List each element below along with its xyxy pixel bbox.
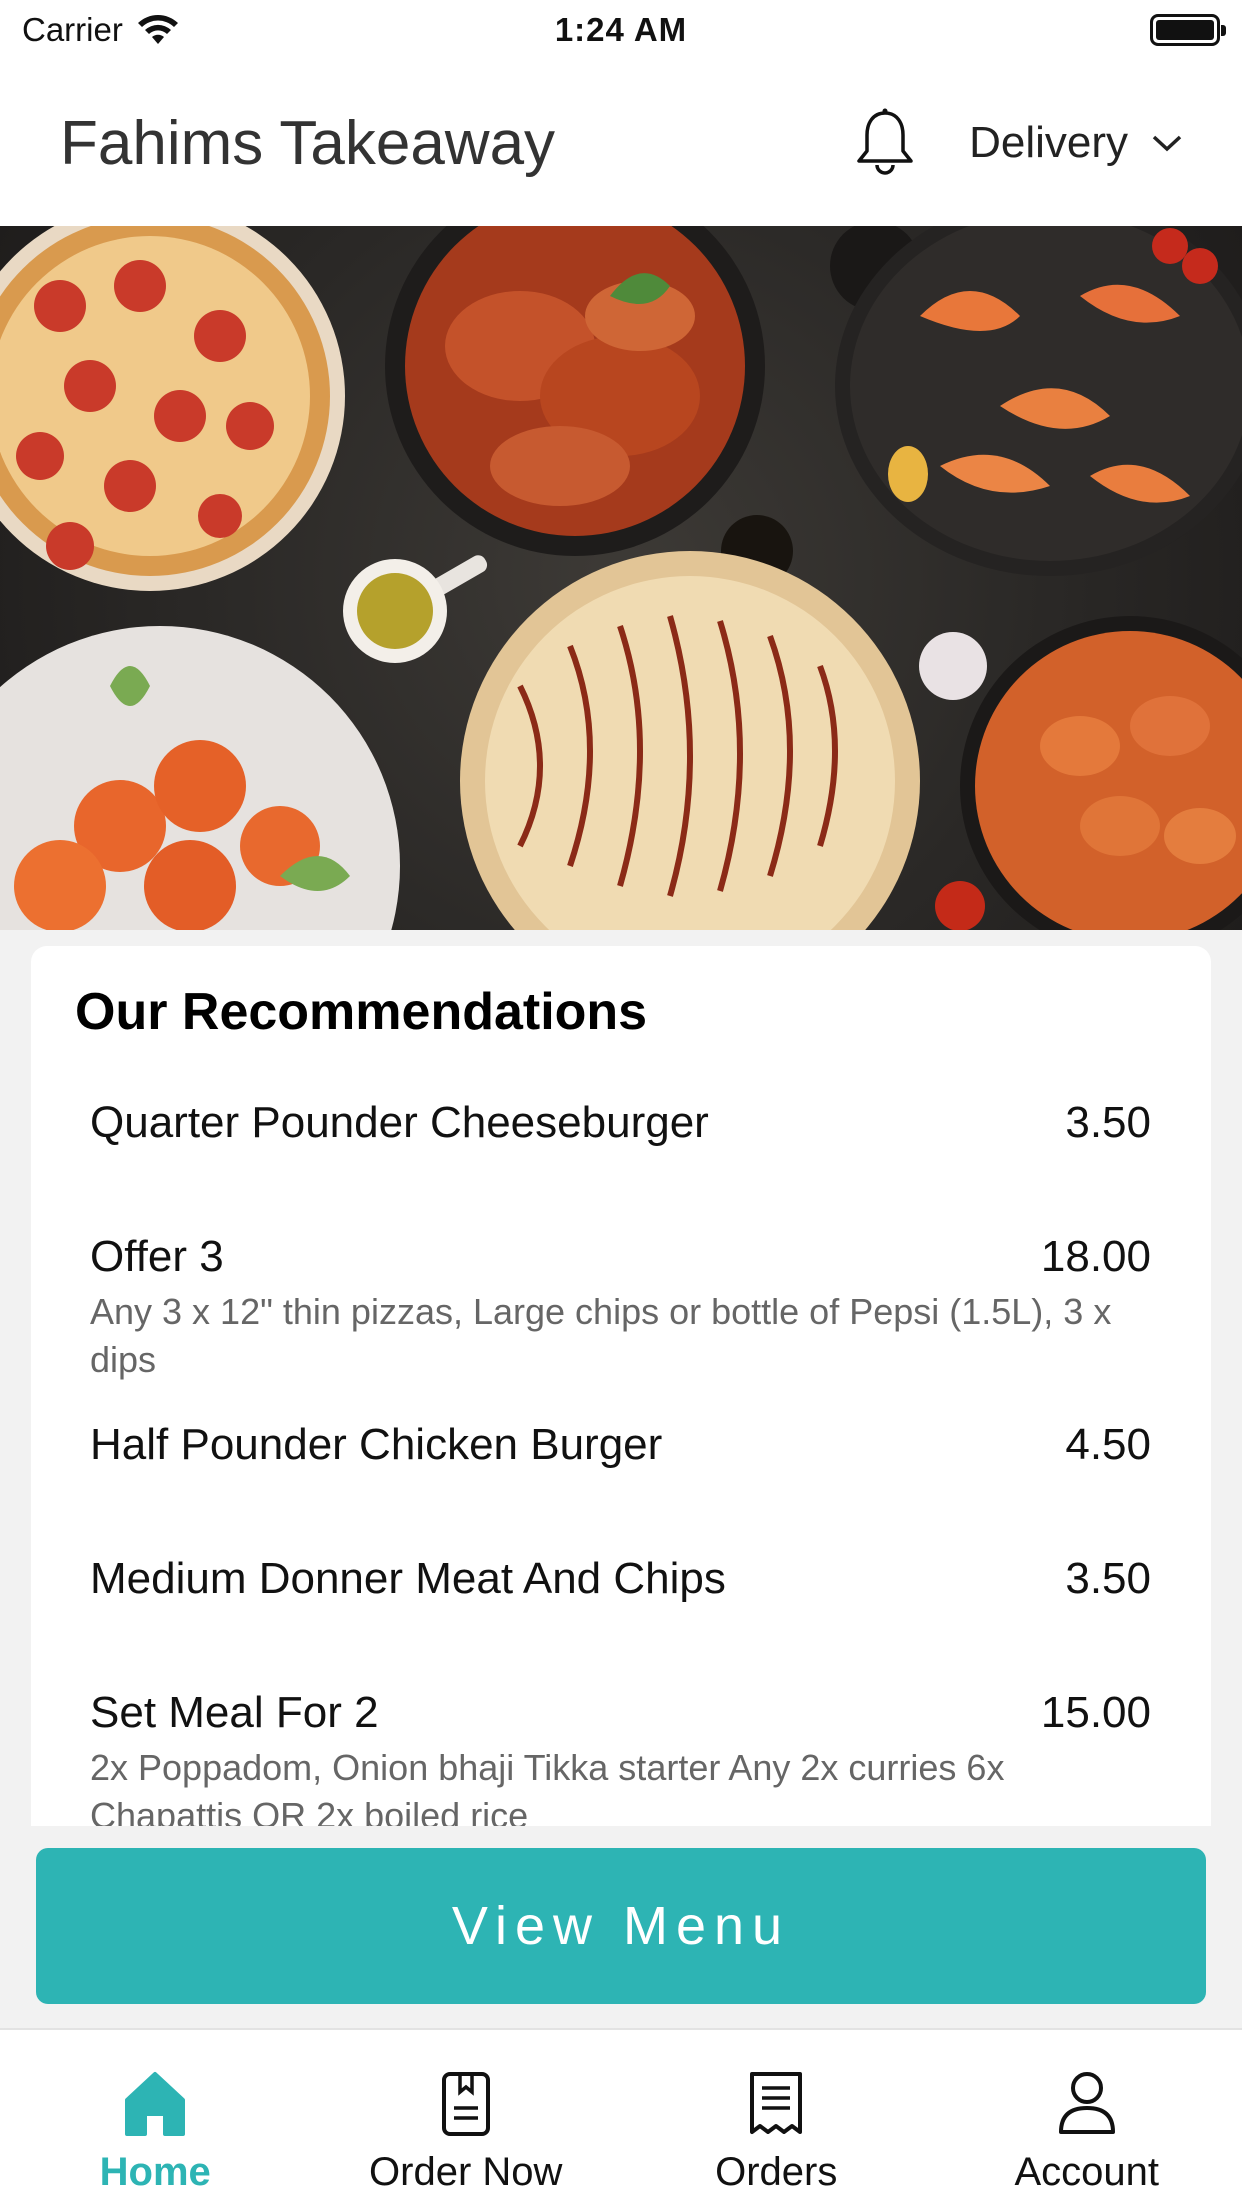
pesto-dip [343, 555, 488, 663]
status-time: 1:24 AM [554, 11, 688, 48]
app-header: Fahims Takeaway Delivery [0, 60, 1242, 226]
battery-icon [1150, 14, 1226, 46]
recommendation-item[interactable]: Medium Donner Meat And Chips 3.50 [90, 1554, 1151, 1604]
user-icon [1058, 2072, 1115, 2134]
hero-food-image [0, 226, 1242, 930]
recommendation-item[interactable]: Offer 3 18.00 Any 3 x 12" thin pizzas, L… [90, 1232, 1151, 1384]
prawns-plate [835, 226, 1242, 576]
chevron-down-icon [1152, 135, 1182, 152]
recommendations-card: Our Recommendations Quarter Pounder Chee… [31, 946, 1211, 1826]
item-description: 2x Poppadom, Onion bhaji Tikka starter A… [90, 1747, 1005, 1826]
garlic [919, 632, 987, 700]
nav-label-account: Account [1014, 2150, 1160, 2194]
nav-label-home: Home [99, 2150, 211, 2194]
delivery-select[interactable]: Delivery [969, 118, 1182, 168]
item-price: 4.50 [1065, 1420, 1151, 1469]
nav-item-account[interactable]: Account [932, 2030, 1242, 2208]
receipt-icon [750, 2072, 803, 2134]
nav-item-orders[interactable]: Orders [621, 2030, 932, 2208]
home-icon [125, 2072, 186, 2136]
bottom-nav: Home Order Now Orders Account [0, 2028, 1242, 2208]
item-name: Medium Donner Meat And Chips [90, 1554, 726, 1603]
nav-label-orders: Orders [715, 2150, 838, 2194]
bell-icon[interactable] [853, 107, 917, 179]
item-name: Quarter Pounder Cheeseburger [90, 1098, 709, 1147]
nav-item-home[interactable]: Home [0, 2030, 311, 2208]
item-price: 15.00 [1040, 1688, 1151, 1737]
nav-item-order-now[interactable]: Order Now [311, 2030, 622, 2208]
menu-book-icon [441, 2072, 490, 2136]
item-price: 3.50 [1065, 1554, 1151, 1603]
app-title: Fahims Takeaway [60, 108, 556, 178]
view-menu-button[interactable]: View Menu [36, 1848, 1206, 2004]
recommendation-item[interactable]: Quarter Pounder Cheeseburger 3.50 [90, 1098, 1151, 1148]
recommendation-item[interactable]: Set Meal For 2 15.00 2x Poppadom, Onion … [90, 1688, 1151, 1826]
header-actions: Delivery [853, 107, 1182, 179]
bbq-pizza [460, 551, 920, 930]
item-name: Set Meal For 2 [90, 1688, 379, 1737]
item-name: Half Pounder Chicken Burger [90, 1420, 663, 1469]
item-description: Any 3 x 12" thin pizzas, Large chips or … [90, 1291, 1112, 1380]
delivery-label: Delivery [969, 118, 1128, 167]
nav-label-order-now: Order Now [369, 2150, 563, 2194]
chicken-curry-bowl [385, 226, 765, 556]
food-illustration [0, 226, 1242, 930]
item-price: 18.00 [1040, 1232, 1151, 1281]
recommendation-item[interactable]: Half Pounder Chicken Burger 4.50 [90, 1420, 1151, 1470]
recommendations-title: Our Recommendations [75, 983, 648, 1041]
status-bar: Carrier 1:24 AM [0, 0, 1242, 60]
item-price: 3.50 [1065, 1098, 1151, 1147]
item-name: Offer 3 [90, 1232, 224, 1281]
grilled-prawns-plate [0, 626, 400, 930]
pepperoni-pizza [0, 226, 345, 591]
app-screen: Carrier 1:24 AM Fahims Takeaway Delivery [0, 0, 1242, 2208]
